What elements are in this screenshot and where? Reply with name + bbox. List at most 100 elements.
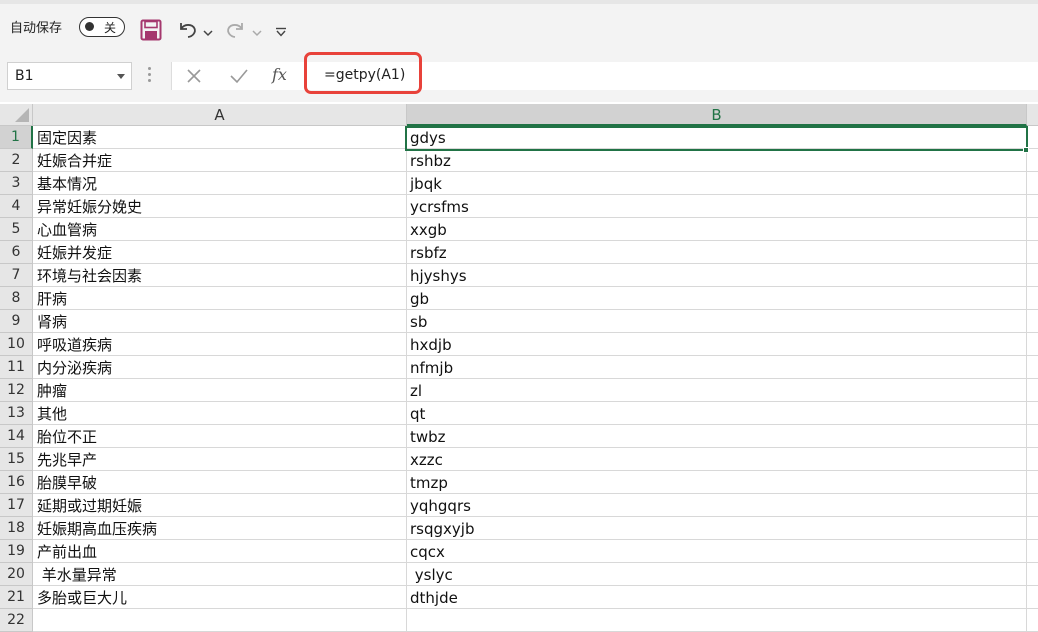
cell-a[interactable]: 内分泌疾病 [33, 356, 407, 379]
cell-b[interactable]: hjyshys [407, 264, 1027, 287]
cell-c[interactable] [1027, 126, 1038, 149]
row-header[interactable]: 18 [0, 517, 33, 540]
row-header[interactable]: 15 [0, 448, 33, 471]
cell-b[interactable]: yslyc [407, 563, 1027, 586]
drag-handle-icon[interactable] [148, 67, 152, 85]
cell-b[interactable]: gb [407, 287, 1027, 310]
cell-a[interactable]: 肿瘤 [33, 379, 407, 402]
cell-a[interactable]: 胎位不正 [33, 425, 407, 448]
cancel-icon[interactable] [185, 67, 203, 89]
cell-c[interactable] [1027, 310, 1038, 333]
row-header[interactable]: 9 [0, 310, 33, 333]
row-header[interactable]: 5 [0, 218, 33, 241]
save-icon[interactable] [140, 19, 162, 45]
cell-a[interactable]: 环境与社会因素 [33, 264, 407, 287]
cell-c[interactable] [1027, 195, 1038, 218]
row-header[interactable]: 10 [0, 333, 33, 356]
cell-b[interactable]: tmzp [407, 471, 1027, 494]
cell-a[interactable]: 固定因素 [33, 126, 407, 149]
cell-a[interactable]: 肝病 [33, 287, 407, 310]
cell-c[interactable] [1027, 425, 1038, 448]
row-header[interactable]: 17 [0, 494, 33, 517]
cell-b[interactable]: xxgb [407, 218, 1027, 241]
cell-c[interactable] [1027, 494, 1038, 517]
cell-b[interactable]: qt [407, 402, 1027, 425]
cell-a[interactable]: 呼吸道疾病 [33, 333, 407, 356]
row-header[interactable]: 6 [0, 241, 33, 264]
cell-b[interactable]: dthjde [407, 586, 1027, 609]
cell-a[interactable]: 心血管病 [33, 218, 407, 241]
enter-icon[interactable] [229, 67, 249, 89]
undo-dropdown-icon[interactable] [203, 22, 213, 41]
cell-b[interactable]: ycrsfms [407, 195, 1027, 218]
cell-b[interactable]: gdys [407, 126, 1027, 149]
cell-a[interactable]: 妊娠并发症 [33, 241, 407, 264]
cell-c[interactable] [1027, 402, 1038, 425]
cell-b[interactable]: twbz [407, 425, 1027, 448]
cell-b[interactable]: rshbz [407, 149, 1027, 172]
cell-b[interactable]: sb [407, 310, 1027, 333]
cell-b[interactable]: rsqgxyjb [407, 517, 1027, 540]
fill-handle[interactable] [1023, 147, 1029, 153]
cell-c[interactable] [1027, 241, 1038, 264]
row-header[interactable]: 14 [0, 425, 33, 448]
cell-b[interactable]: nfmjb [407, 356, 1027, 379]
row-header[interactable]: 2 [0, 149, 33, 172]
column-header-b[interactable]: B [407, 104, 1027, 126]
cell-a[interactable]: 其他 [33, 402, 407, 425]
select-all-button[interactable] [0, 104, 33, 126]
cell-b[interactable]: jbqk [407, 172, 1027, 195]
cell-c[interactable] [1027, 264, 1038, 287]
row-header[interactable]: 3 [0, 172, 33, 195]
cell-c[interactable] [1027, 379, 1038, 402]
insert-function-icon[interactable]: fx [272, 65, 287, 84]
cell-a[interactable]: 多胎或巨大儿 [33, 586, 407, 609]
cell-c[interactable] [1027, 287, 1038, 310]
cell-a[interactable]: 延期或过期妊娠 [33, 494, 407, 517]
autosave-toggle[interactable]: 关 [79, 17, 125, 37]
row-header[interactable]: 4 [0, 195, 33, 218]
cell-c[interactable] [1027, 471, 1038, 494]
cell-a[interactable]: 先兆早产 [33, 448, 407, 471]
row-header[interactable]: 16 [0, 471, 33, 494]
cell-c[interactable] [1027, 172, 1038, 195]
cell-c[interactable] [1027, 540, 1038, 563]
name-box-dropdown-icon[interactable] [117, 74, 125, 79]
row-header[interactable]: 12 [0, 379, 33, 402]
cell-a[interactable]: 基本情况 [33, 172, 407, 195]
cell-c[interactable] [1027, 586, 1038, 609]
column-header-a[interactable]: A [33, 104, 407, 126]
row-header[interactable]: 13 [0, 402, 33, 425]
cell-a[interactable]: 羊水量异常 [33, 563, 407, 586]
cell-a[interactable]: 肾病 [33, 310, 407, 333]
cell-a[interactable]: 异常妊娠分娩史 [33, 195, 407, 218]
cell-b[interactable]: xzzc [407, 448, 1027, 471]
cell-c[interactable] [1027, 333, 1038, 356]
cell-a[interactable]: 妊娠期高血压疾病 [33, 517, 407, 540]
cell-b[interactable]: rsbfz [407, 241, 1027, 264]
row-header[interactable]: 11 [0, 356, 33, 379]
row-header[interactable]: 7 [0, 264, 33, 287]
cell-b[interactable]: hxdjb [407, 333, 1027, 356]
name-box[interactable]: B1 [7, 62, 132, 90]
cell-a[interactable]: 产前出血 [33, 540, 407, 563]
cell-a[interactable] [33, 609, 407, 632]
cell-b[interactable]: yqhgqrs [407, 494, 1027, 517]
customize-toolbar-icon[interactable] [275, 22, 287, 41]
cell-b[interactable] [407, 609, 1027, 632]
cell-b[interactable]: cqcx [407, 540, 1027, 563]
cell-a[interactable]: 胎膜早破 [33, 471, 407, 494]
undo-icon[interactable] [175, 18, 199, 46]
row-header[interactable]: 21 [0, 586, 33, 609]
row-header[interactable]: 1 [0, 126, 33, 149]
cell-c[interactable] [1027, 609, 1038, 632]
row-header[interactable]: 20 [0, 563, 33, 586]
cell-c[interactable] [1027, 448, 1038, 471]
row-header[interactable]: 8 [0, 287, 33, 310]
cell-c[interactable] [1027, 356, 1038, 379]
row-header[interactable]: 19 [0, 540, 33, 563]
cell-c[interactable] [1027, 563, 1038, 586]
cell-c[interactable] [1027, 517, 1038, 540]
column-header-c[interactable] [1027, 104, 1038, 126]
cell-a[interactable]: 妊娠合并症 [33, 149, 407, 172]
